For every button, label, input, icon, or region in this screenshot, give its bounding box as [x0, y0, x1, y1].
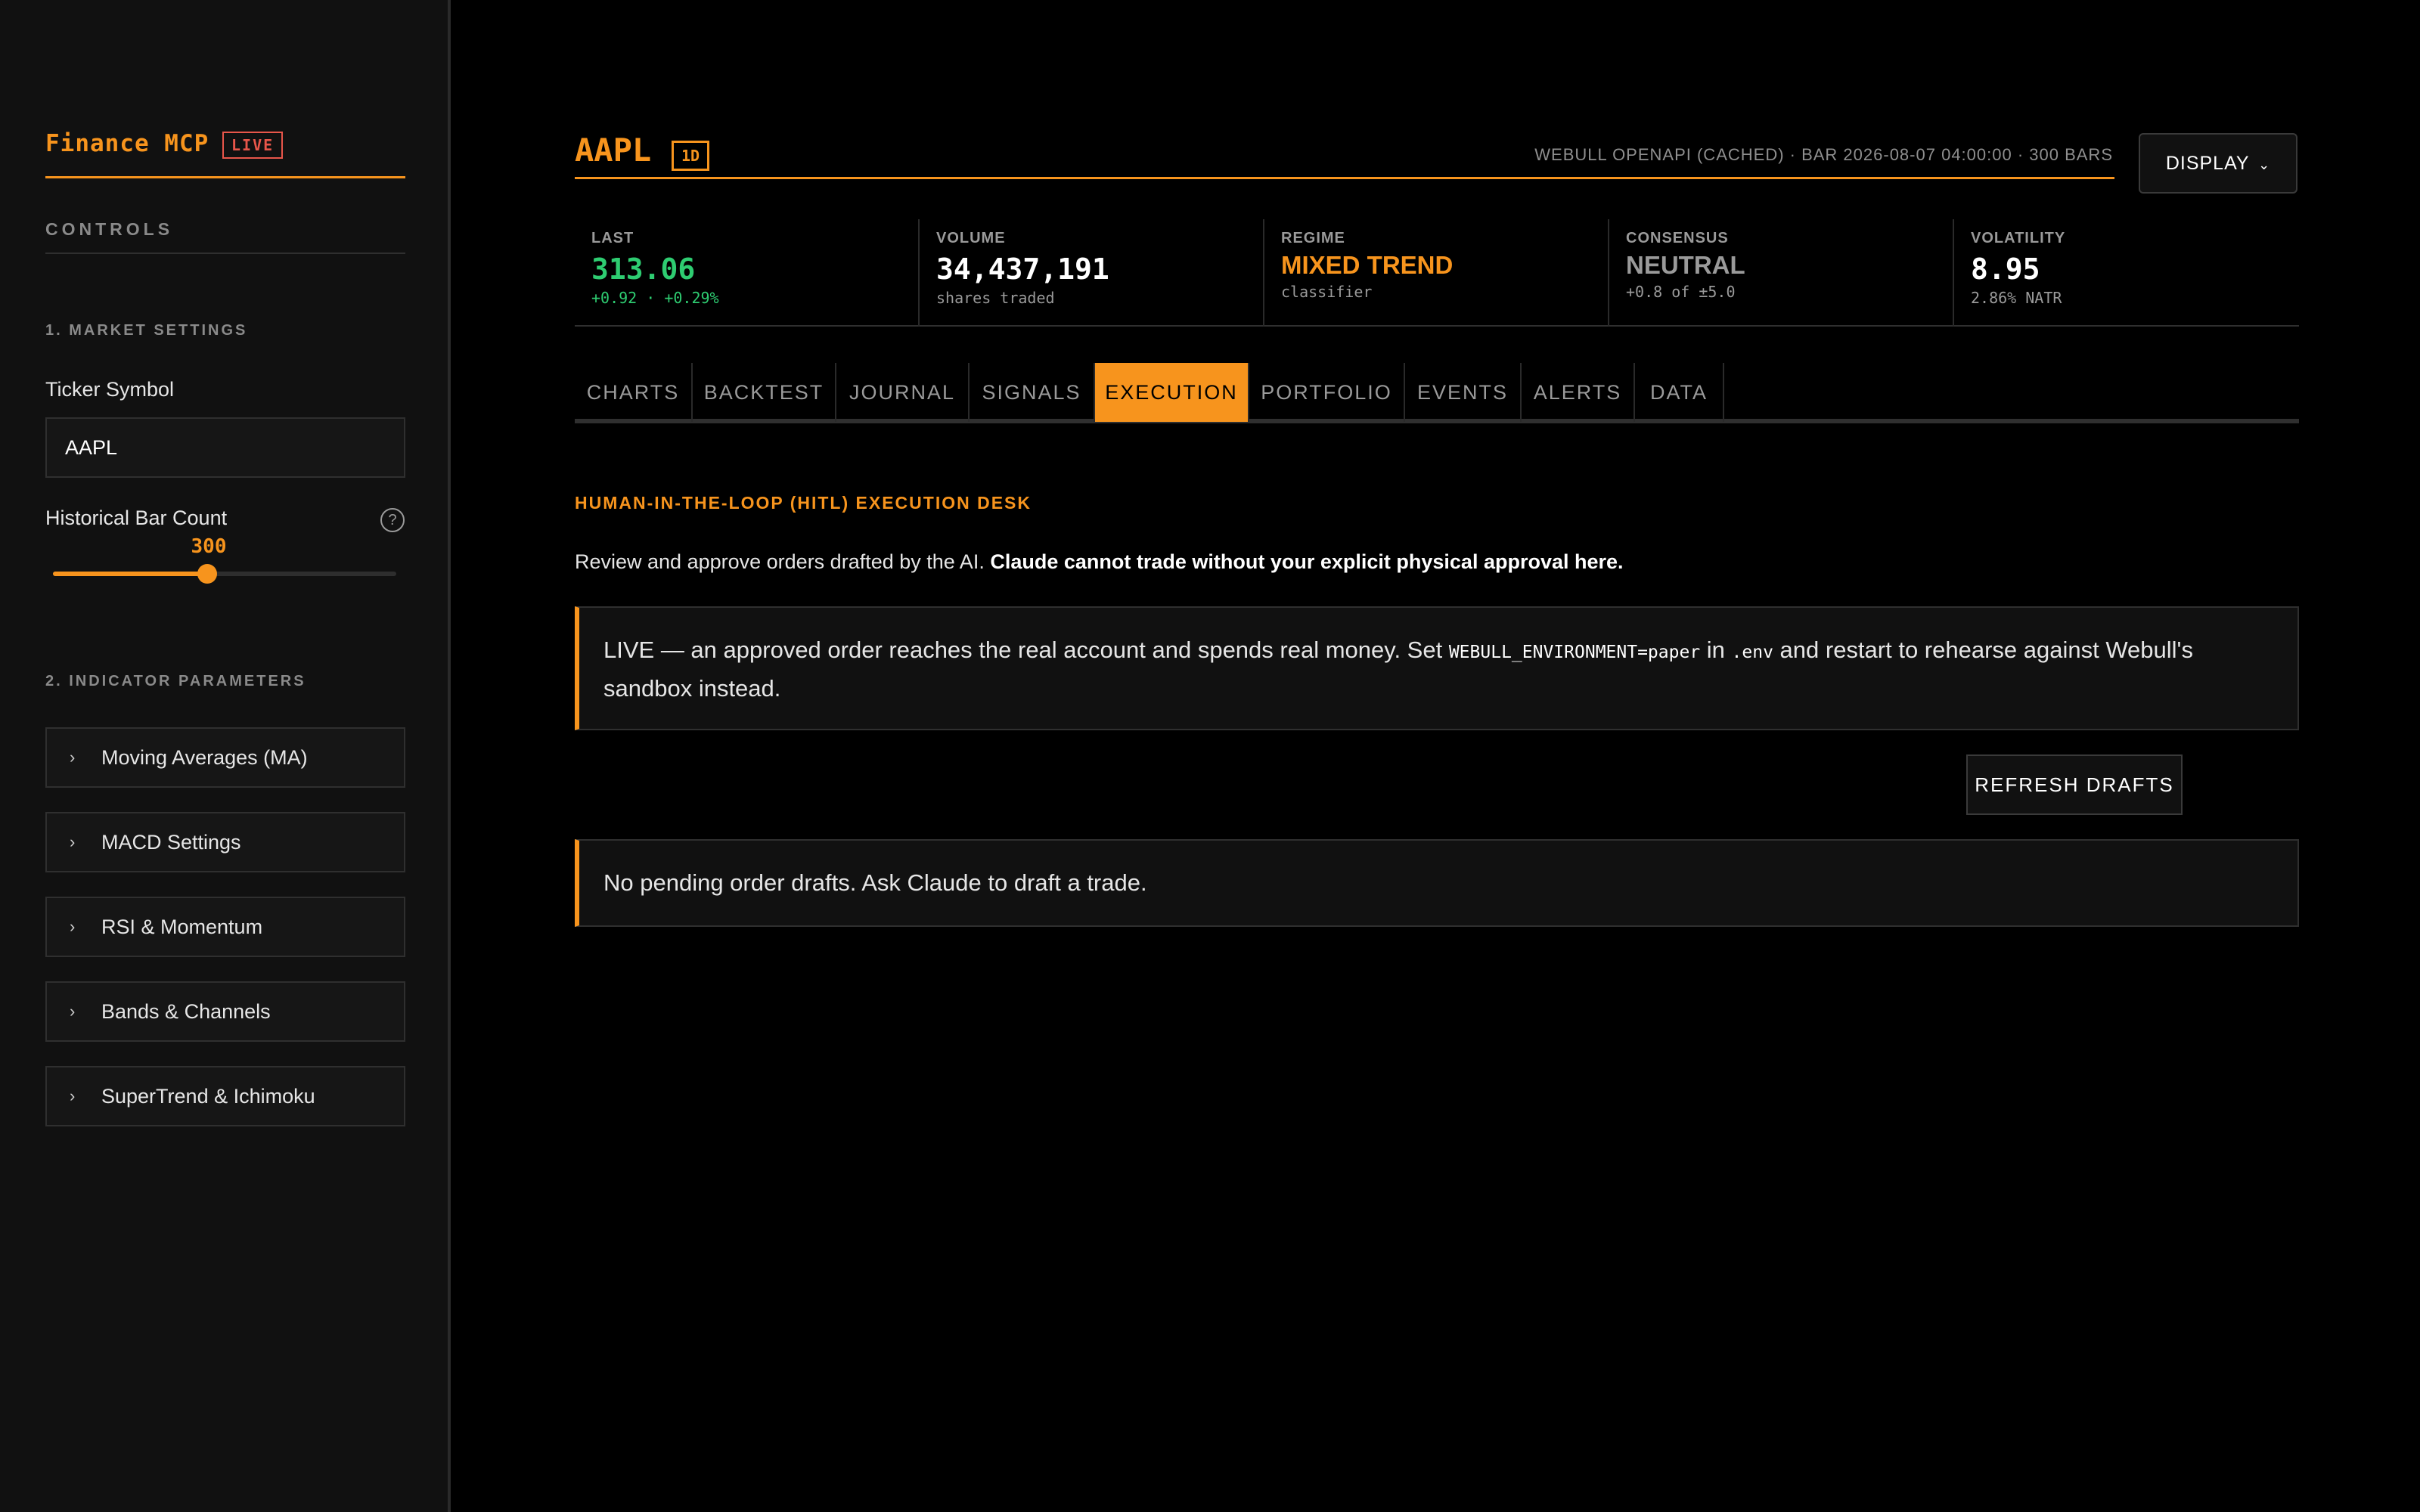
tab-alerts[interactable]: ALERTS — [1522, 363, 1635, 422]
market-settings-title: 1. MARKET SETTINGS — [45, 322, 248, 339]
tab-execution[interactable]: EXECUTION — [1095, 363, 1249, 422]
stat-volume: VOLUME 34,437,191 shares traded — [920, 219, 1264, 327]
indicator-parameters-title: 2. INDICATOR PARAMETERS — [45, 673, 306, 689]
stat-consensus: CONSENSUS NEUTRAL +0.8 of ±5.0 — [1609, 219, 1954, 327]
ticker-input[interactable] — [45, 417, 405, 478]
stat-value: MIXED TREND — [1281, 251, 1454, 279]
stat-value: 8.95 — [1971, 253, 2040, 286]
chevron-right-icon: › — [70, 917, 76, 936]
display-button-label: DISPLAY — [2165, 153, 2250, 174]
execution-desk-title: HUMAN-IN-THE-LOOP (HITL) EXECUTION DESK — [575, 493, 1032, 513]
bar-count-value: 300 — [191, 535, 227, 558]
accordion-moving-averages[interactable]: › Moving Averages (MA) — [45, 727, 405, 788]
data-source-line: WEBULL OPENAPI (CACHED) · BAR 2026-08-07… — [1534, 145, 2113, 164]
app-title: Finance MCP — [45, 130, 209, 157]
help-icon[interactable]: ? — [380, 508, 405, 532]
stat-value: NEUTRAL — [1626, 251, 1745, 279]
stat-regime: REGIME MIXED TREND classifier — [1264, 219, 1609, 327]
header-divider — [575, 177, 2114, 179]
env-var-code: WEBULL_ENVIRONMENT=paper — [1448, 643, 1701, 662]
chevron-right-icon: › — [70, 1086, 76, 1105]
accordion-bands-channels[interactable]: › Bands & Channels — [45, 981, 405, 1042]
stat-label: VOLATILITY — [1971, 230, 2066, 246]
accordion-macd-settings[interactable]: › MACD Settings — [45, 812, 405, 872]
stat-sub: shares traded — [936, 289, 1055, 307]
ticker-label: Ticker Symbol — [45, 378, 175, 401]
tab-signals[interactable]: SIGNALS — [970, 363, 1095, 422]
refresh-drafts-button[interactable]: REFRESH DRAFTS — [1966, 754, 2183, 815]
display-button[interactable]: DISPLAY ⌄ — [2139, 133, 2297, 194]
accordion-label: MACD Settings — [101, 831, 241, 854]
controls-title: CONTROLS — [45, 219, 405, 254]
stat-value: 313.06 — [591, 253, 696, 286]
tab-charts[interactable]: CHARTS — [575, 363, 693, 422]
chevron-right-icon: › — [70, 748, 76, 767]
stat-last: LAST 313.06 +0.92 · +0.29% — [575, 219, 920, 327]
accordion-label: RSI & Momentum — [101, 916, 263, 938]
accordion-supertrend-ichimoku[interactable]: › SuperTrend & Ichimoku — [45, 1066, 405, 1126]
live-warning-callout: LIVE — an approved order reaches the rea… — [575, 606, 2299, 730]
stats-strip: LAST 313.06 +0.92 · +0.29% VOLUME 34,437… — [575, 219, 2299, 327]
stat-sub: +0.8 of ±5.0 — [1626, 283, 1736, 301]
brand-header: Finance MCP LIVE — [45, 130, 405, 178]
stat-label: CONSENSUS — [1626, 230, 1729, 246]
description-emphasis: Claude cannot trade without your explici… — [990, 550, 1624, 573]
env-file-code: .env — [1731, 643, 1773, 662]
stat-label: VOLUME — [936, 230, 1006, 246]
chevron-down-icon: ⌄ — [2258, 157, 2271, 172]
tab-events[interactable]: EVENTS — [1405, 363, 1522, 422]
stat-label: REGIME — [1281, 230, 1345, 246]
chevron-right-icon: › — [70, 832, 76, 851]
stat-sub: classifier — [1281, 283, 1373, 301]
warning-text: LIVE — an approved order reaches the rea… — [603, 637, 1449, 663]
stat-volatility: VOLATILITY 8.95 2.86% NATR — [1954, 219, 2299, 327]
stat-value: 34,437,191 — [936, 253, 1109, 286]
accordion-label: Bands & Channels — [101, 1000, 271, 1023]
sidebar: Finance MCP LIVE CONTROLS 1. MARKET SETT… — [0, 0, 451, 1512]
bar-count-slider[interactable] — [53, 564, 396, 584]
accordion-label: Moving Averages (MA) — [101, 746, 308, 769]
accordion-rsi-momentum[interactable]: › RSI & Momentum — [45, 897, 405, 957]
stat-label: LAST — [591, 230, 634, 246]
slider-thumb[interactable] — [197, 564, 218, 584]
stat-sub: +0.92 · +0.29% — [591, 289, 719, 307]
accordion-label: SuperTrend & Ichimoku — [101, 1085, 315, 1108]
slider-fill — [53, 572, 208, 576]
bar-count-label: Historical Bar Count — [45, 507, 228, 529]
chevron-right-icon: › — [70, 1002, 76, 1021]
tab-backtest[interactable]: BACKTEST — [693, 363, 836, 422]
tab-journal[interactable]: JOURNAL — [836, 363, 970, 422]
tab-portfolio[interactable]: PORTFOLIO — [1249, 363, 1405, 422]
live-badge: LIVE — [222, 132, 284, 159]
empty-drafts-message: No pending order drafts. Ask Claude to d… — [575, 839, 2299, 927]
execution-desk-description: Review and approve orders drafted by the… — [575, 550, 1624, 574]
tab-bar: CHARTS BACKTEST JOURNAL SIGNALS EXECUTIO… — [575, 363, 2299, 423]
ticker-title: AAPL — [575, 132, 652, 169]
warning-text: in — [1700, 637, 1732, 663]
stat-sub: 2.86% NATR — [1971, 289, 2062, 307]
timeframe-badge: 1D — [672, 141, 710, 171]
tab-data[interactable]: DATA — [1635, 363, 1724, 422]
description-text: Review and approve orders drafted by the… — [575, 550, 991, 573]
